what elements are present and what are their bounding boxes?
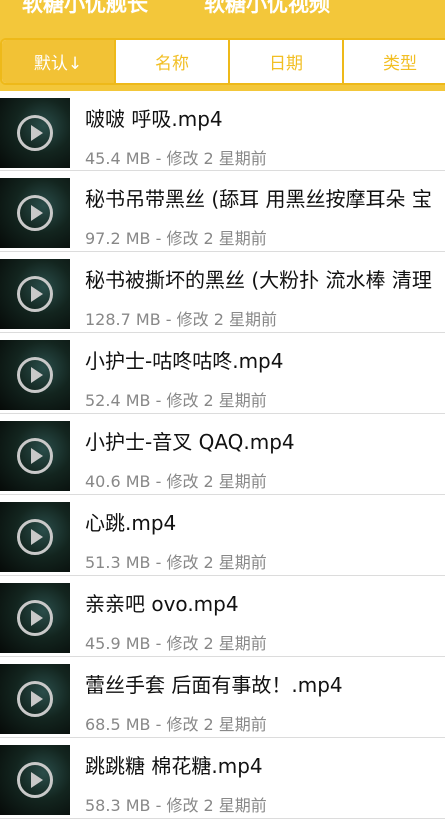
file-name: 秘书被撕坏的黑丝 (大粉扑 流水棒 清理 [85,268,432,292]
sort-tab-type[interactable]: 类型 [344,40,445,83]
video-thumbnail [0,745,70,815]
file-name: 亲亲吧 ovo.mp4 [85,592,239,616]
video-thumbnail [0,664,70,734]
file-row[interactable]: 秘书吊带黑丝 (舔耳 用黑丝按摩耳朵 宝 97.2 MB - 修改 2 星期前 [0,171,445,252]
play-icon [17,357,53,393]
file-meta: 51.3 MB - 修改 2 星期前 [85,553,267,572]
play-icon [17,195,53,231]
file-row[interactable]: 啵啵 呼吸.mp4 45.4 MB - 修改 2 星期前 [0,91,445,171]
file-list: 啵啵 呼吸.mp4 45.4 MB - 修改 2 星期前 秘书吊带黑丝 (舔耳 … [0,91,445,819]
video-thumbnail [0,502,70,572]
file-meta: 40.6 MB - 修改 2 星期前 [85,472,267,491]
file-meta: 45.9 MB - 修改 2 星期前 [85,634,267,653]
sort-segmented-control: 默认↓ 名称 日期 类型 [0,38,445,85]
file-row[interactable]: 秘书被撕坏的黑丝 (大粉扑 流水棒 清理 128.7 MB - 修改 2 星期前 [0,252,445,333]
video-thumbnail [0,421,70,491]
video-thumbnail [0,98,70,168]
file-meta: 45.4 MB - 修改 2 星期前 [85,149,267,168]
file-meta: 58.3 MB - 修改 2 星期前 [85,796,267,815]
sort-tab-date[interactable]: 日期 [230,40,344,83]
file-row[interactable]: 小护士-音叉 QAQ.mp4 40.6 MB - 修改 2 星期前 [0,414,445,495]
play-icon [17,519,53,555]
video-thumbnail [0,178,70,248]
file-meta: 128.7 MB - 修改 2 星期前 [85,310,277,329]
play-icon [17,762,53,798]
sort-tab-default[interactable]: 默认↓ [2,40,116,83]
back-title[interactable]: 软糖小优舰长 [22,0,148,18]
file-row[interactable]: 蕾丝手套 后面有事故！.mp4 68.5 MB - 修改 2 星期前 [0,657,445,738]
file-name: 秘书吊带黑丝 (舔耳 用黑丝按摩耳朵 宝 [85,187,432,211]
file-name: 小护士-音叉 QAQ.mp4 [85,430,295,454]
video-thumbnail [0,259,70,329]
file-meta: 52.4 MB - 修改 2 星期前 [85,391,267,410]
play-icon [17,438,53,474]
file-meta: 97.2 MB - 修改 2 星期前 [85,229,267,248]
video-thumbnail [0,583,70,653]
file-name: 跳跳糖 棉花糖.mp4 [85,754,263,778]
file-row[interactable]: 亲亲吧 ovo.mp4 45.9 MB - 修改 2 星期前 [0,576,445,657]
play-icon [17,276,53,312]
file-row[interactable]: 心跳.mp4 51.3 MB - 修改 2 星期前 [0,495,445,576]
page-title: 软糖小优视频 [204,0,330,16]
file-name: 蕾丝手套 后面有事故！.mp4 [85,673,343,697]
nav-bar: 软糖小优舰长 软糖小优视频 [0,0,445,30]
play-icon [17,600,53,636]
file-name: 小护士-咕咚咕咚.mp4 [85,349,284,373]
sort-bar: 默认↓ 名称 日期 类型 [0,30,445,91]
file-meta: 68.5 MB - 修改 2 星期前 [85,715,267,734]
file-name: 啵啵 呼吸.mp4 [85,107,223,131]
file-row[interactable]: 小护士-咕咚咕咚.mp4 52.4 MB - 修改 2 星期前 [0,333,445,414]
file-name: 心跳.mp4 [85,511,177,535]
sort-tab-name[interactable]: 名称 [116,40,230,83]
file-row[interactable]: 跳跳糖 棉花糖.mp4 58.3 MB - 修改 2 星期前 [0,738,445,819]
video-thumbnail [0,340,70,410]
play-icon [17,115,53,151]
play-icon [17,681,53,717]
